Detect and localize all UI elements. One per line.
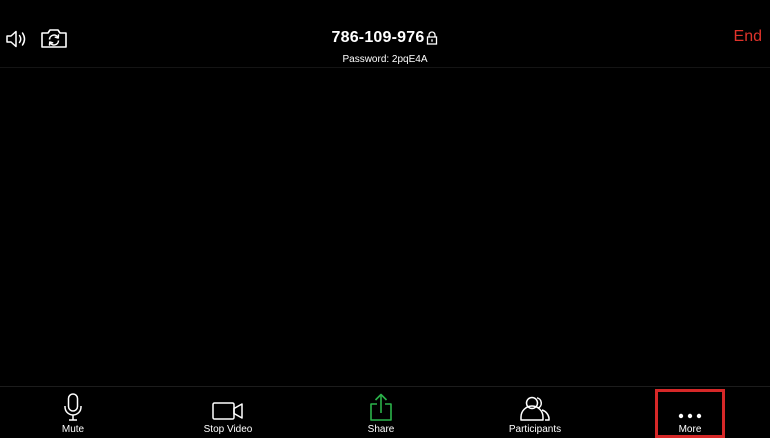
camera-switch-icon bbox=[41, 29, 67, 48]
meeting-toolbar: Mute Stop Video Share Participants More bbox=[0, 386, 770, 438]
share-icon bbox=[367, 387, 395, 423]
participants-button[interactable]: Participants bbox=[500, 387, 570, 438]
mute-label: Mute bbox=[61, 424, 85, 435]
video-camera-icon bbox=[211, 387, 245, 423]
participants-label: Participants bbox=[508, 424, 562, 435]
share-label: Share bbox=[367, 424, 395, 435]
meeting-password: Password: 2pqE4A bbox=[342, 54, 428, 65]
meeting-id: 786-109-976 bbox=[331, 29, 425, 46]
meeting-id-row: 786-109-976 bbox=[285, 25, 485, 51]
meeting-header: 786-109-976 Password: 2pqE4A End bbox=[0, 0, 770, 68]
stop-video-label: Stop Video bbox=[203, 424, 253, 435]
share-button[interactable]: Share bbox=[351, 387, 411, 438]
more-label: More bbox=[678, 424, 702, 435]
video-area bbox=[0, 68, 770, 386]
speaker-button[interactable] bbox=[2, 25, 30, 53]
switch-camera-button[interactable] bbox=[38, 24, 70, 52]
more-icon bbox=[675, 387, 705, 423]
more-button[interactable]: More bbox=[657, 387, 723, 438]
lock-icon bbox=[426, 31, 438, 45]
mute-button[interactable]: Mute bbox=[43, 387, 103, 438]
participants-icon bbox=[518, 387, 552, 423]
stop-video-button[interactable]: Stop Video bbox=[192, 387, 264, 438]
speaker-icon bbox=[6, 30, 26, 48]
meeting-info: 786-109-976 Password: 2pqE4A bbox=[285, 25, 485, 65]
end-meeting-button[interactable]: End bbox=[734, 28, 762, 46]
microphone-icon bbox=[61, 387, 85, 423]
